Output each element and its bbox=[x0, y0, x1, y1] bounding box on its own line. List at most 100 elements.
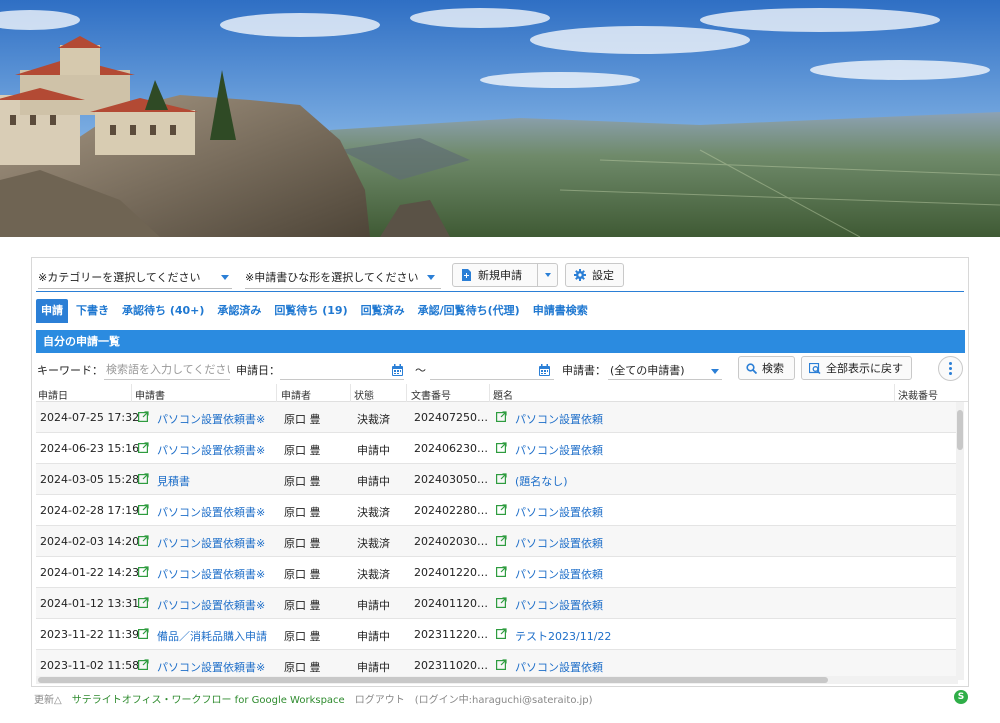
new-application-dropdown-button[interactable] bbox=[537, 263, 558, 287]
table-row[interactable]: 2024-07-25 17:32 パソコン設置依頼書※ 原口 豊 決裁済 2024072… bbox=[36, 402, 958, 433]
application-date: 2023-11-22 11:39 bbox=[40, 628, 140, 641]
open-link-icon[interactable] bbox=[496, 659, 507, 671]
document-number: 202401220… bbox=[414, 566, 488, 579]
category-select-underline bbox=[38, 288, 232, 289]
show-all-button[interactable]: 全部表示に戻す bbox=[801, 356, 912, 380]
settings-button[interactable]: 設定 bbox=[565, 263, 624, 287]
column-header[interactable]: 決裁番号 bbox=[898, 387, 938, 402]
open-link-icon[interactable] bbox=[496, 473, 507, 485]
open-link-icon[interactable] bbox=[138, 411, 149, 423]
form-name-link[interactable]: パソコン設置依頼書※ bbox=[157, 566, 265, 582]
status-text: 申請中 bbox=[357, 599, 390, 612]
scrollbar-thumb[interactable] bbox=[957, 410, 963, 450]
tab-proxy-waiting[interactable]: 承認/回覧待ち(代理) bbox=[413, 299, 525, 323]
template-select[interactable]: ※申請書ひな形を選択してください bbox=[245, 266, 445, 288]
category-select-caret-icon[interactable] bbox=[221, 275, 229, 280]
open-link-icon[interactable] bbox=[138, 504, 149, 516]
calendar-icon[interactable] bbox=[539, 364, 550, 376]
open-link-icon[interactable] bbox=[496, 535, 507, 547]
form-select[interactable]: (全ての申請書) bbox=[610, 360, 722, 378]
form-name-link[interactable]: パソコン設置依頼書※ bbox=[157, 659, 265, 675]
more-options-button[interactable] bbox=[938, 356, 963, 381]
title-link[interactable]: パソコン設置依頼 bbox=[515, 597, 603, 613]
open-link-icon[interactable] bbox=[138, 566, 149, 578]
title-link[interactable]: パソコン設置依頼 bbox=[515, 566, 603, 582]
category-select[interactable]: ※カテゴリーを選択してください bbox=[38, 266, 238, 288]
column-separator bbox=[489, 384, 490, 402]
status-text: 決裁済 bbox=[357, 568, 390, 581]
open-link-icon[interactable] bbox=[138, 473, 149, 485]
vertical-scrollbar[interactable] bbox=[956, 402, 964, 680]
form-select-underline bbox=[608, 379, 722, 380]
tab-approved[interactable]: 承認済み bbox=[212, 299, 266, 323]
open-link-icon[interactable] bbox=[138, 628, 149, 640]
table-row[interactable]: 2023-11-22 11:39 備品／消耗品購入申請 原口 豊 申請中 2023112… bbox=[36, 619, 958, 650]
update-link[interactable]: 更新△ bbox=[34, 691, 62, 706]
column-separator bbox=[406, 384, 407, 402]
tab-awaiting-circulation[interactable]: 回覧待ち (19) bbox=[269, 299, 352, 323]
new-document-icon bbox=[462, 269, 471, 281]
new-application-button[interactable]: 新規申請 bbox=[452, 263, 538, 287]
tab-awaiting-approval[interactable]: 承認待ち (40+) bbox=[117, 299, 209, 323]
title-link[interactable]: パソコン設置依頼 bbox=[515, 411, 603, 427]
open-link-icon[interactable] bbox=[496, 597, 507, 609]
title-link[interactable]: テスト2023/11/22 bbox=[515, 628, 611, 644]
table-row[interactable]: 2024-02-28 17:19 パソコン設置依頼書※ 原口 豊 決裁済 2024022… bbox=[36, 495, 958, 526]
table-row[interactable]: 2024-01-12 13:31 パソコン設置依頼書※ 原口 豊 申請中 2024011… bbox=[36, 588, 958, 619]
table-row[interactable]: 2024-03-05 15:28 見積書 原口 豊 申請中 202403050… (題名な… bbox=[36, 464, 958, 495]
column-header[interactable]: 題名 bbox=[493, 387, 513, 402]
document-number: 202402280… bbox=[414, 504, 488, 517]
open-link-icon[interactable] bbox=[496, 442, 507, 454]
calendar-icon[interactable] bbox=[392, 364, 403, 376]
column-header[interactable]: 申請者 bbox=[281, 387, 311, 402]
open-link-icon[interactable] bbox=[138, 597, 149, 609]
title-link[interactable]: パソコン設置依頼 bbox=[515, 535, 603, 551]
tab-drafts[interactable]: 下書き bbox=[71, 299, 114, 323]
form-name-link[interactable]: パソコン設置依頼書※ bbox=[157, 597, 265, 613]
form-name-link[interactable]: パソコン設置依頼書※ bbox=[157, 442, 265, 458]
form-name-link[interactable]: パソコン設置依頼書※ bbox=[157, 411, 265, 427]
tab-circulated[interactable]: 回覧済み bbox=[356, 299, 410, 323]
column-header[interactable]: 申請書 bbox=[135, 387, 165, 402]
title-link[interactable]: パソコン設置依頼 bbox=[515, 504, 603, 520]
form-name-link[interactable]: 備品／消耗品購入申請 bbox=[157, 628, 267, 644]
table-row[interactable]: 2024-06-23 15:16 パソコン設置依頼書※ 原口 豊 申請中 2024062… bbox=[36, 433, 958, 464]
tab-form-search[interactable]: 申請書検索 bbox=[528, 299, 593, 323]
scrollbar-thumb[interactable] bbox=[38, 677, 828, 683]
open-link-icon[interactable] bbox=[138, 659, 149, 671]
horizontal-scrollbar[interactable] bbox=[36, 676, 958, 684]
date-to-underline bbox=[430, 379, 554, 380]
title-link[interactable]: パソコン設置依頼 bbox=[515, 659, 603, 675]
open-link-icon[interactable] bbox=[496, 628, 507, 640]
search-icon bbox=[746, 362, 757, 374]
column-header[interactable]: 状態 bbox=[354, 387, 374, 402]
form-name-link[interactable]: 見積書 bbox=[157, 473, 190, 489]
column-header[interactable]: 文書番号 bbox=[411, 387, 451, 402]
search-button[interactable]: 検索 bbox=[738, 356, 795, 380]
keyword-input[interactable] bbox=[106, 361, 230, 377]
application-date: 2024-01-22 14:23 bbox=[40, 566, 140, 579]
form-select-caret-icon[interactable] bbox=[711, 369, 719, 374]
logout-link[interactable]: ログアウト bbox=[355, 691, 405, 706]
title-link[interactable]: (題名なし) bbox=[515, 473, 568, 489]
tab-application[interactable]: 申請 bbox=[36, 299, 68, 323]
date-to-input[interactable] bbox=[432, 361, 532, 377]
open-link-icon[interactable] bbox=[496, 504, 507, 516]
tab-bar: 申請 下書き 承認待ち (40+) 承認済み 回覧待ち (19) 回覧済み 承認… bbox=[36, 299, 596, 323]
date-from-input[interactable] bbox=[282, 361, 382, 377]
open-link-icon[interactable] bbox=[496, 411, 507, 423]
form-name-link[interactable]: パソコン設置依頼書※ bbox=[157, 504, 265, 520]
open-link-icon[interactable] bbox=[138, 535, 149, 547]
open-link-icon[interactable] bbox=[496, 566, 507, 578]
table-row[interactable]: 2024-01-22 14:23 パソコン設置依頼書※ 原口 豊 決裁済 2024012… bbox=[36, 557, 958, 588]
login-info: (ログイン中:haraguchi@sateraito.jp) bbox=[414, 694, 593, 706]
form-name-link[interactable]: パソコン設置依頼書※ bbox=[157, 535, 265, 551]
open-link-icon[interactable] bbox=[138, 442, 149, 454]
template-select-caret-icon[interactable] bbox=[427, 275, 435, 280]
table-row[interactable]: 2024-02-03 14:20 パソコン設置依頼書※ 原口 豊 決裁済 2024020… bbox=[36, 526, 958, 557]
column-header[interactable]: 申請日 bbox=[38, 387, 68, 402]
sateraito-logo-icon[interactable]: S bbox=[954, 690, 968, 704]
document-number: 202403050… bbox=[414, 473, 488, 486]
product-link[interactable]: サテライトオフィス・ワークフロー for Google Workspace bbox=[72, 691, 345, 706]
title-link[interactable]: パソコン設置依頼 bbox=[515, 442, 603, 458]
